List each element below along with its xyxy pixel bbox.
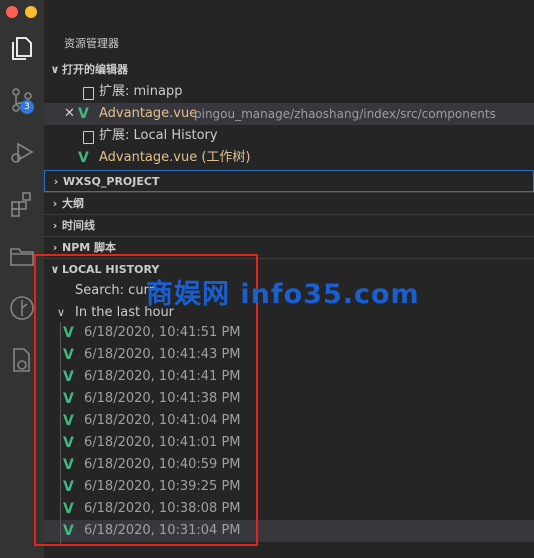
git-graph-icon[interactable]	[8, 294, 36, 322]
history-entry-label: 6/18/2020, 10:40:59 PM	[84, 457, 241, 472]
vue-file-icon: V	[63, 501, 74, 517]
open-editor-path: pingou_manage/zhaoshang/index/src/compon…	[194, 107, 496, 121]
open-editor-item[interactable]: 扩展: Local History	[44, 125, 534, 147]
history-entry[interactable]: V 6/18/2020, 10:40:59 PM	[44, 454, 534, 476]
vue-file-icon: V	[63, 391, 74, 407]
section-outline-label: 大纲	[62, 197, 84, 210]
chevron-right-icon: ›	[52, 219, 58, 232]
history-entry-label: 6/18/2020, 10:31:04 PM	[84, 523, 241, 538]
file-icon	[83, 131, 94, 144]
section-open-editors[interactable]: ∨ 打开的编辑器	[44, 59, 534, 81]
extensions-icon[interactable]	[8, 190, 36, 218]
chevron-right-icon: ›	[53, 175, 59, 188]
remote-icon[interactable]	[8, 346, 36, 374]
open-editor-item-active[interactable]: ✕ V Advantage.vue pingou_manage/zhaoshan…	[44, 103, 534, 125]
activity-bar: 3	[0, 0, 56, 558]
section-timeline-label: 时间线	[62, 219, 95, 232]
explorer-title: 资源管理器	[64, 37, 119, 50]
section-project[interactable]: › WXSQ_PROJECT	[44, 170, 534, 192]
open-editor-item[interactable]: V Advantage.vue (工作树)	[44, 147, 534, 169]
vue-file-icon: V	[78, 150, 89, 166]
section-timeline[interactable]: › 时间线	[44, 214, 534, 237]
vue-file-icon: V	[63, 347, 74, 363]
open-editor-item[interactable]: 扩展: minapp	[44, 81, 534, 103]
open-editor-label: 扩展: minapp	[99, 84, 183, 99]
history-entry-label: 6/18/2020, 10:41:04 PM	[84, 413, 241, 428]
files-icon[interactable]	[8, 34, 36, 62]
history-entry-label: 6/18/2020, 10:38:08 PM	[84, 501, 241, 516]
history-entry-label: 6/18/2020, 10:41:38 PM	[84, 391, 241, 406]
history-entry[interactable]: V 6/18/2020, 10:41:41 PM	[44, 366, 534, 388]
folder-icon[interactable]	[8, 242, 36, 270]
section-open-editors-label: 打开的编辑器	[62, 63, 128, 76]
chevron-right-icon: ›	[52, 197, 58, 210]
close-window-button[interactable]	[6, 6, 18, 18]
section-npm-label: NPM 脚本	[62, 241, 117, 254]
history-entry[interactable]: V 6/18/2020, 10:39:25 PM	[44, 476, 534, 498]
section-npm-scripts[interactable]: › NPM 脚本	[44, 236, 534, 259]
close-editor-icon[interactable]: ✕	[64, 103, 75, 125]
section-local-history-label: LOCAL HISTORY	[62, 263, 160, 276]
chevron-down-icon: ∨	[56, 306, 66, 319]
scm-badge: 3	[20, 100, 34, 114]
history-entry[interactable]: V 6/18/2020, 10:41:04 PM	[44, 410, 534, 432]
section-outline[interactable]: › 大纲	[44, 192, 534, 215]
tree-indent-guide	[60, 322, 61, 546]
open-editor-label: Advantage.vue (工作树)	[99, 150, 251, 165]
vue-file-icon: V	[63, 435, 74, 451]
local-history-search-label: Search: curr	[75, 283, 155, 298]
open-editor-label: 扩展: Local History	[99, 128, 218, 143]
vue-file-icon: V	[63, 325, 74, 341]
vue-file-icon: V	[63, 523, 74, 539]
chevron-right-icon: ›	[52, 241, 58, 254]
history-entry-label: 6/18/2020, 10:39:25 PM	[84, 479, 241, 494]
history-entry[interactable]: V 6/18/2020, 10:41:38 PM	[44, 388, 534, 410]
history-entry[interactable]: V 6/18/2020, 10:38:08 PM	[44, 498, 534, 520]
file-icon	[83, 87, 94, 100]
vue-file-icon: V	[63, 369, 74, 385]
history-entry[interactable]: V 6/18/2020, 10:41:43 PM	[44, 344, 534, 366]
history-entry-label: 6/18/2020, 10:41:51 PM	[84, 325, 241, 340]
vue-file-icon: V	[63, 413, 74, 429]
chevron-down-icon: ∨	[50, 263, 60, 276]
debug-icon[interactable]	[8, 138, 36, 166]
history-entry-label: 6/18/2020, 10:41:43 PM	[84, 347, 241, 362]
history-entry-label: 6/18/2020, 10:41:01 PM	[84, 435, 241, 450]
history-entry[interactable]: V 6/18/2020, 10:41:01 PM	[44, 432, 534, 454]
open-editor-label: Advantage.vue	[99, 106, 198, 121]
history-entry-label: 6/18/2020, 10:41:41 PM	[84, 369, 241, 384]
vue-file-icon: V	[63, 479, 74, 495]
history-entry[interactable]: V 6/18/2020, 10:41:51 PM	[44, 322, 534, 344]
section-project-label: WXSQ_PROJECT	[63, 175, 160, 188]
watermark: 商娱网 info35.com	[146, 279, 420, 310]
minimize-window-button[interactable]	[25, 6, 37, 18]
chevron-down-icon: ∨	[50, 63, 60, 76]
history-entry-selected[interactable]: V 6/18/2020, 10:31:04 PM	[44, 520, 534, 542]
vue-file-icon: V	[63, 457, 74, 473]
vue-file-icon: V	[78, 106, 89, 122]
